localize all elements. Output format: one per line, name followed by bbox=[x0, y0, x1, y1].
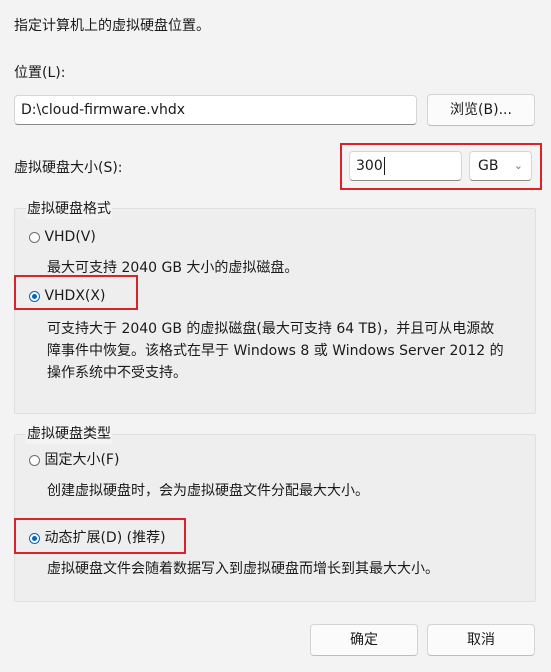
cancel-button[interactable]: 取消 bbox=[427, 624, 535, 656]
size-label: 虚拟硬盘大小(S): bbox=[14, 160, 123, 176]
vhdx-description-line-2: 障事件中恢复。该格式在早于 Windows 8 或 Windows Server… bbox=[47, 343, 504, 359]
vhdx-description: 可支持大于 2040 GB 的虚拟磁盘(最大可支持 64 TB)，并且可从电源故… bbox=[47, 318, 527, 384]
vhdx-description-line-3: 操作系统中不受支持。 bbox=[47, 365, 187, 381]
vhdx-description-line-1: 可支持大于 2040 GB 的虚拟磁盘(最大可支持 64 TB)，并且可从电源故 bbox=[47, 321, 495, 337]
location-label: 位置(L): bbox=[14, 65, 66, 81]
browse-button[interactable]: 浏览(B)... bbox=[427, 94, 535, 126]
highlight-vhdx-box bbox=[14, 275, 138, 310]
radio-vhd-circle bbox=[29, 231, 40, 243]
ok-button[interactable]: 确定 bbox=[310, 624, 418, 656]
highlight-dynamic-box bbox=[14, 518, 186, 554]
radio-vhd-label: VHD(V) bbox=[44, 229, 96, 245]
radio-vhd[interactable]: VHD(V) bbox=[29, 227, 96, 247]
radio-fixed[interactable]: 固定大小(F) bbox=[29, 450, 119, 470]
fixed-description: 创建虚拟硬盘时，会为虚拟硬盘文件分配最大大小。 bbox=[47, 483, 369, 499]
highlight-size-box bbox=[340, 143, 542, 190]
dynamic-description: 虚拟硬盘文件会随着数据写入到虚拟硬盘而增长到其最大大小。 bbox=[47, 561, 439, 577]
intro-text: 指定计算机上的虚拟硬盘位置。 bbox=[14, 18, 210, 34]
location-input[interactable]: D:\cloud-firmware.vhdx bbox=[14, 95, 417, 125]
format-group-title: 虚拟硬盘格式 bbox=[26, 199, 112, 219]
radio-fixed-label: 固定大小(F) bbox=[44, 452, 120, 468]
type-group-title: 虚拟硬盘类型 bbox=[26, 424, 112, 444]
radio-fixed-circle bbox=[29, 454, 40, 466]
